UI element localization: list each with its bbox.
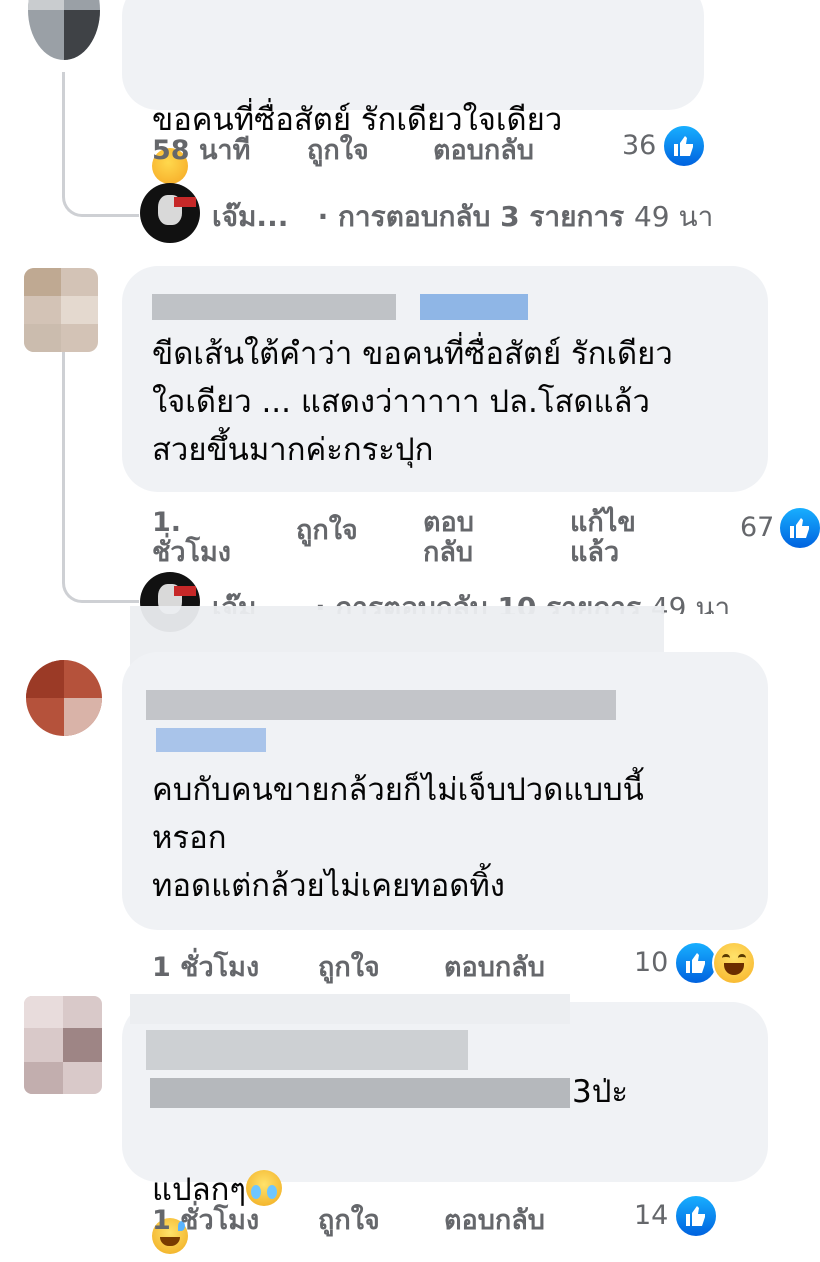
like-icon — [674, 1194, 718, 1238]
reply-button[interactable]: ตอบกลับ — [433, 128, 534, 171]
blurred-name — [146, 1030, 468, 1070]
reaction-count[interactable]: 67 — [740, 512, 774, 543]
edited-label: แก้ไข แล้ว — [570, 507, 636, 568]
comment-text: คบกับคนขายกล้วยก็ไม่เจ็บปวดแบบนี้ หรอก ท… — [152, 772, 644, 904]
avatar[interactable] — [26, 660, 102, 736]
blurred-name — [146, 690, 616, 720]
reply-button[interactable]: ตอบกลับ — [444, 1198, 545, 1241]
comment-text: ขีดเส้นใต้คำว่า ขอคนที่ซื่อสัตย์ รักเดีย… — [152, 336, 673, 468]
reaction-count[interactable]: 36 — [622, 130, 656, 161]
blurred-badge — [156, 728, 266, 752]
avatar[interactable] — [24, 268, 98, 352]
blurred-text — [150, 1078, 570, 1108]
comment-time[interactable]: 1. ชั่วโมง — [152, 508, 231, 568]
reaction-count[interactable]: 14 — [634, 1200, 668, 1231]
view-replies-link[interactable]: เจ๊ม... · การตอบกลับ 3 รายการ 49 นา — [212, 195, 713, 239]
like-icon — [662, 124, 706, 168]
blurred-overlay — [130, 994, 570, 1024]
blurred-name — [152, 294, 396, 320]
reply-avatar[interactable] — [140, 183, 200, 243]
like-button[interactable]: ถูกใจ — [307, 128, 369, 171]
reply-button[interactable]: ตอบ กลับ — [423, 508, 474, 568]
reaction-count[interactable]: 10 — [634, 947, 668, 978]
thread-connector — [62, 560, 139, 603]
thread-connector — [62, 170, 139, 217]
thread-line — [62, 352, 65, 562]
comment-time[interactable]: 1 ชั่วโมง — [152, 945, 259, 988]
avatar[interactable] — [28, 0, 100, 60]
comment-time[interactable]: 58 นาที — [152, 128, 250, 171]
comment-text-end: 3ป่ะ — [572, 1074, 629, 1110]
like-button[interactable]: ถูกใจ — [296, 508, 358, 551]
reply-button[interactable]: ตอบกลับ — [444, 945, 545, 988]
blurred-badge — [420, 294, 528, 320]
avatar[interactable] — [24, 996, 102, 1094]
like-button[interactable]: ถูกใจ — [318, 945, 380, 988]
thread-line — [62, 72, 65, 182]
like-button[interactable]: ถูกใจ — [318, 1198, 380, 1241]
haha-icon — [712, 941, 756, 985]
like-icon — [778, 506, 820, 550]
comment-time[interactable]: 1 ชั่วโมง — [152, 1198, 259, 1241]
